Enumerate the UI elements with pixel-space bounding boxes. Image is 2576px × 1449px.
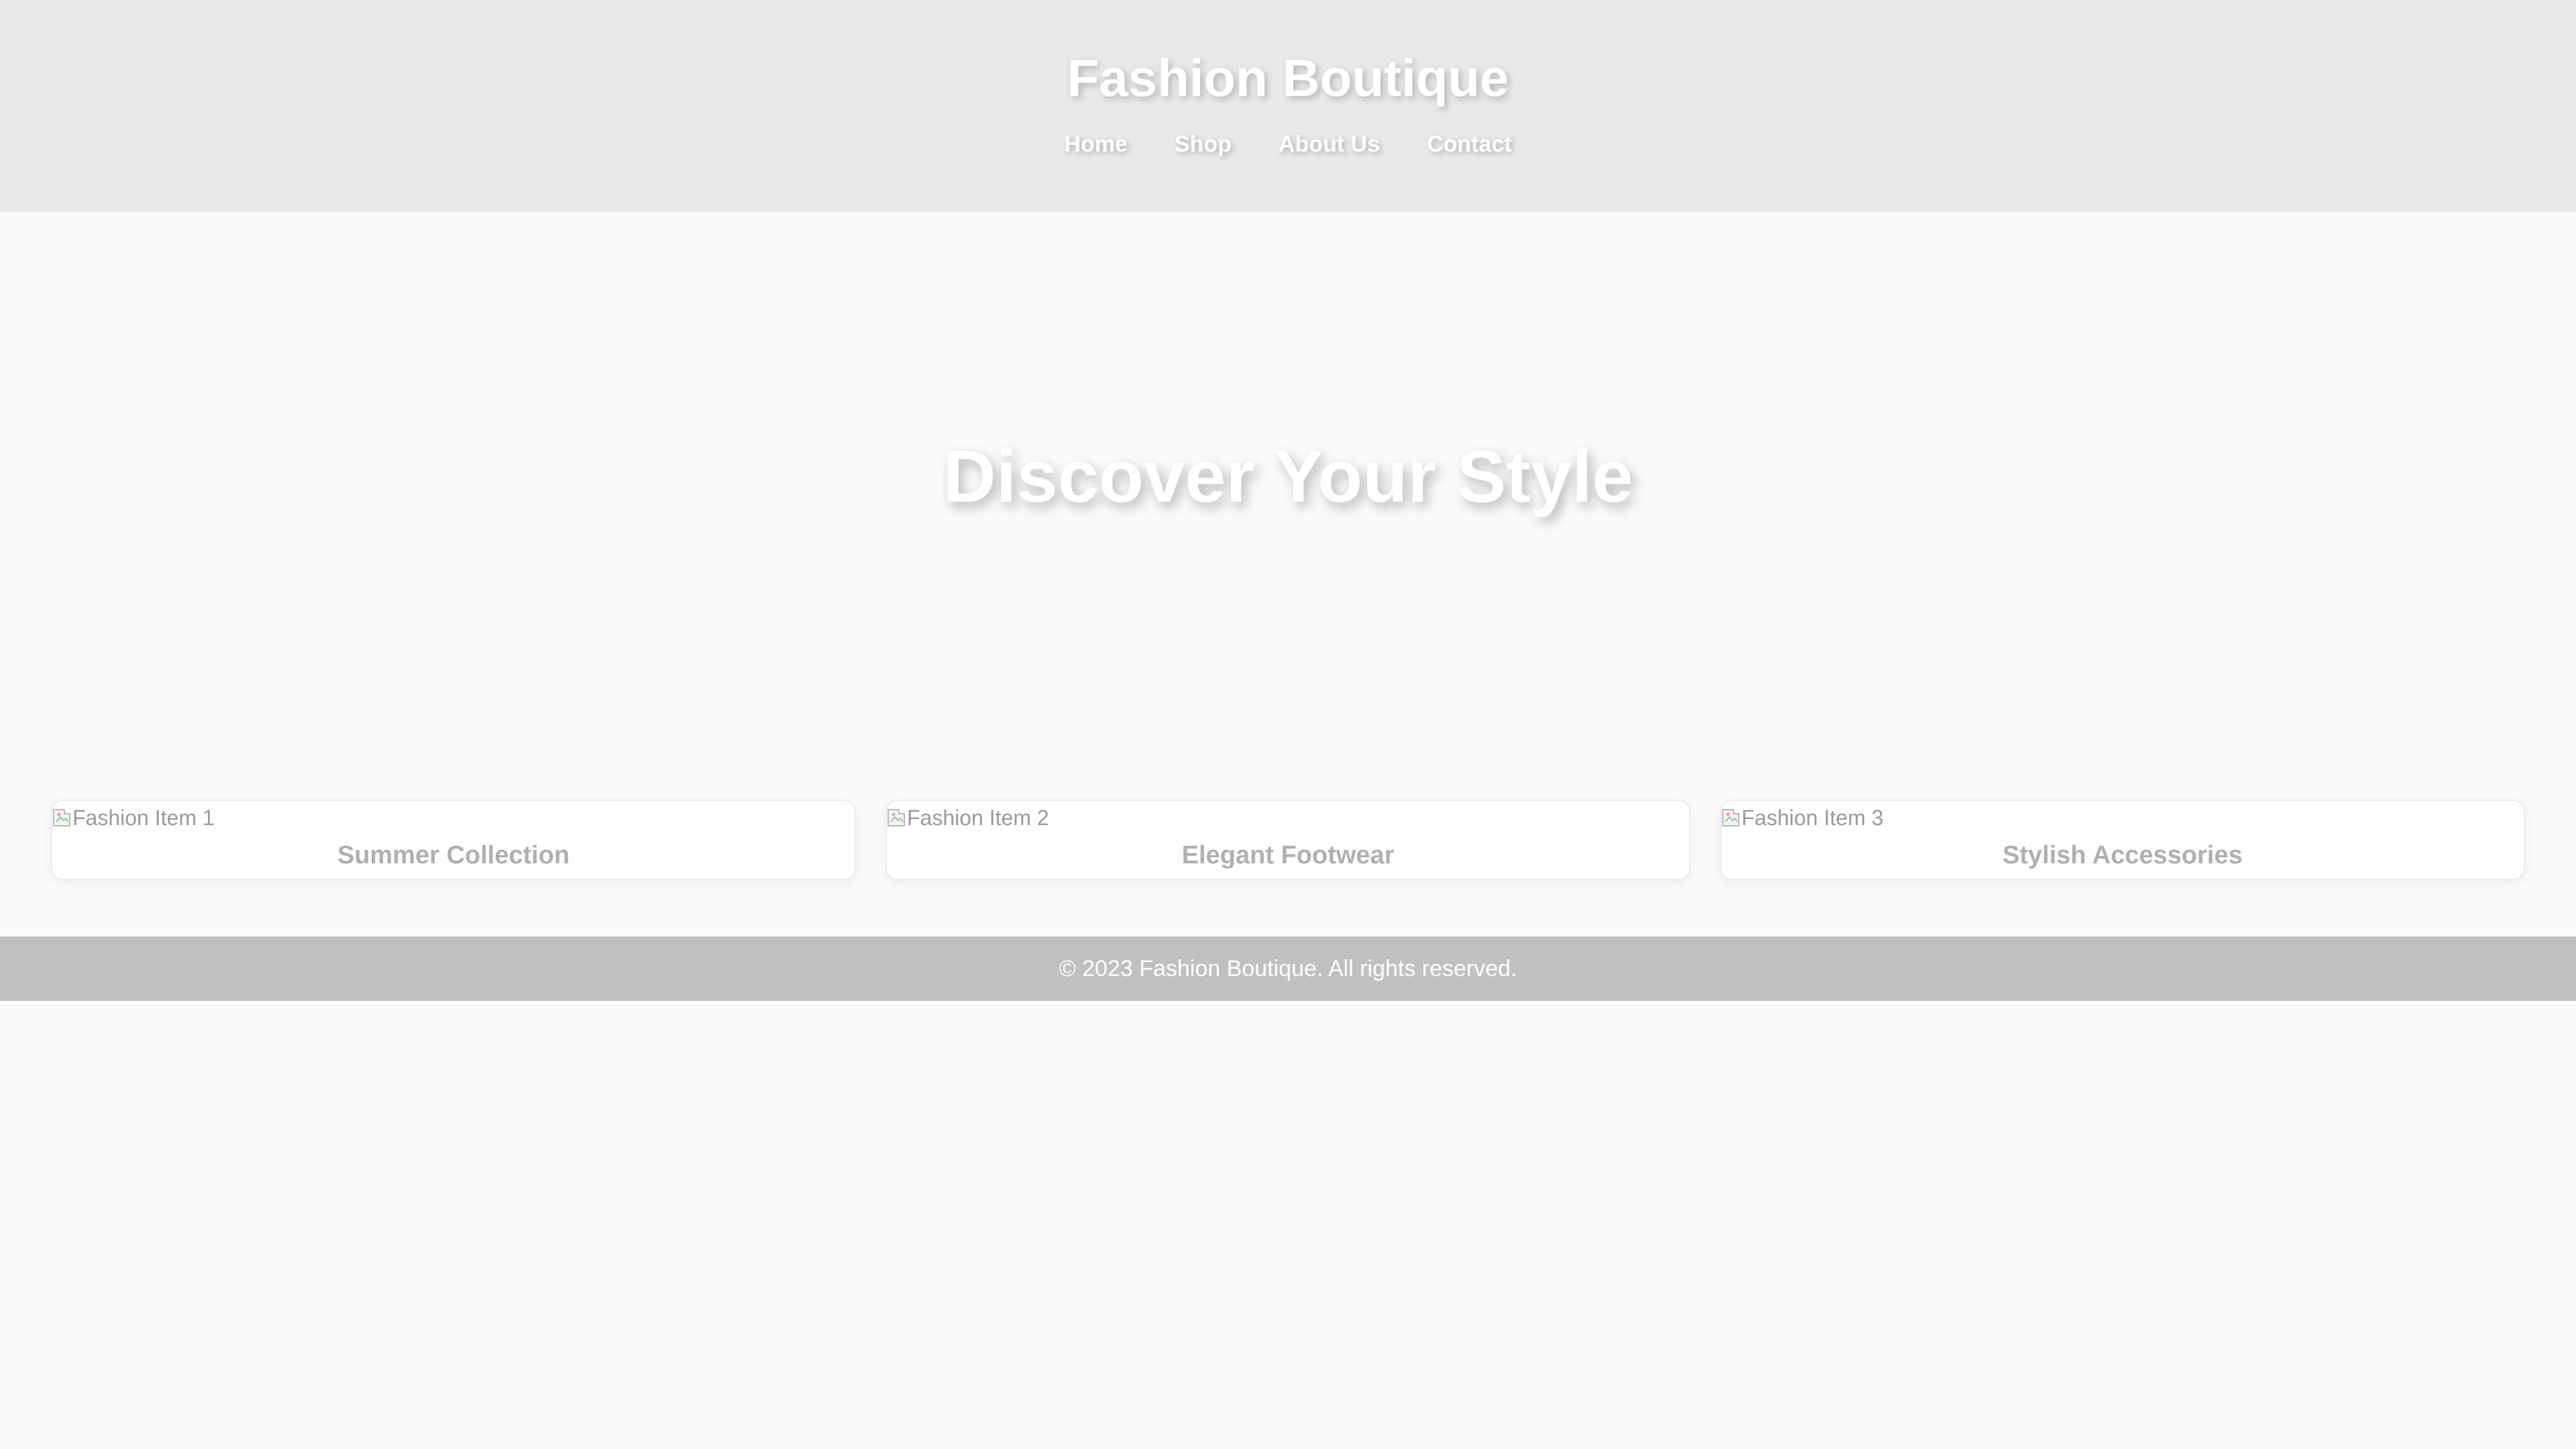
product-image[interactable]: Fashion Item 3 (1721, 801, 1884, 835)
broken-image-icon (1721, 807, 1741, 828)
product-image[interactable]: Fashion Item 1 (52, 801, 215, 835)
product-image-alt: Fashion Item 1 (72, 805, 215, 830)
nav-link-about-us[interactable]: About Us (1279, 127, 1380, 161)
hero-title: Discover Your Style (943, 435, 1633, 518)
product-image[interactable]: Fashion Item 2 (887, 801, 1049, 835)
product-card[interactable]: Fashion Item 3 Stylish Accessories (1720, 800, 2525, 880)
nav-link-home[interactable]: Home (1064, 127, 1127, 161)
product-card[interactable]: Fashion Item 2 Elegant Footwear (885, 800, 1690, 880)
page: Fashion Boutique Home Shop About Us Cont… (0, 0, 2576, 1449)
product-grid: Fashion Item 1 Summer Collection Fashion… (51, 800, 2525, 880)
site-header: Fashion Boutique Home Shop About Us Cont… (0, 0, 2576, 212)
product-image-alt: Fashion Item 3 (1741, 805, 1884, 830)
product-card[interactable]: Fashion Item 1 Summer Collection (51, 800, 856, 880)
site-title: Fashion Boutique (1067, 48, 1509, 107)
product-title: Stylish Accessories (2002, 841, 2243, 869)
nav-link-contact[interactable]: Contact (1427, 127, 1512, 161)
product-title: Elegant Footwear (1181, 841, 1395, 869)
site-footer: © 2023 Fashion Boutique. All rights rese… (0, 936, 2576, 1001)
footer-copyright: © 2023 Fashion Boutique. All rights rese… (1059, 956, 1517, 981)
product-title: Summer Collection (337, 841, 570, 869)
product-image-alt: Fashion Item 2 (907, 805, 1049, 830)
hero-section: Discover Your Style (0, 212, 2576, 796)
broken-image-icon (52, 807, 72, 828)
main-nav: Home Shop About Us Contact (0, 127, 2576, 161)
nav-link-shop[interactable]: Shop (1175, 127, 1232, 161)
broken-image-icon (887, 807, 907, 828)
